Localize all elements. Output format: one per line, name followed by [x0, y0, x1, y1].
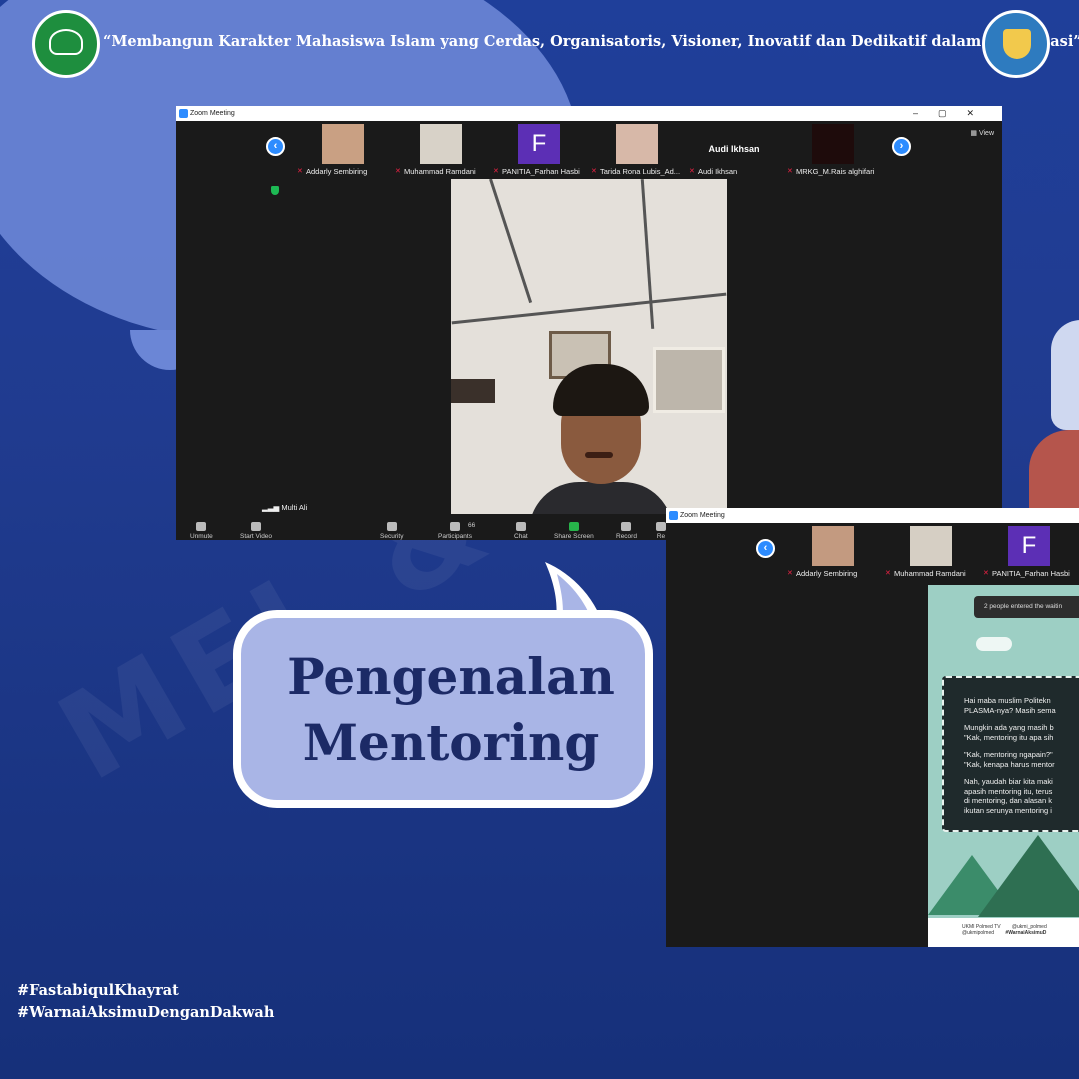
- participant-strip: ‹ ✕ Addarly Sembiring ✕ Muhammad Ramdani…: [666, 523, 1079, 581]
- participants-button[interactable]: Participants: [438, 522, 472, 540]
- hashtag: #WarnaiAksimuDenganDakwah: [17, 1004, 275, 1021]
- slide-text-line: Hai maba muslim Politekn: [964, 696, 1051, 705]
- participant-name: Addarly Sembiring: [306, 167, 368, 176]
- window-title: Zoom Meeting: [680, 512, 725, 519]
- slide-text-line: apasih mentoring itu, terus: [964, 786, 1053, 796]
- participant-display-name: Audi Ikhsan: [708, 144, 760, 154]
- participant-thumbnail: [910, 526, 952, 566]
- slide-text-line: "Kak, mentoring itu apa sih: [964, 732, 1054, 742]
- slide-text-line: PLASMA-nya? Masih sema: [964, 705, 1056, 715]
- slide-text-line: ikutan serunya mentoring i: [964, 805, 1052, 815]
- participant-avatar-initial: F: [1008, 526, 1050, 566]
- organization-logo-right: [982, 10, 1050, 78]
- participant-name: MRKG_M.Rais alghifari: [796, 167, 875, 176]
- active-speaker-video: [451, 179, 727, 515]
- waiting-room-notice[interactable]: 2 people entered the waitin: [974, 596, 1079, 618]
- participant-thumbnail: [420, 124, 462, 164]
- participant-name: Muhammad Ramdani: [894, 569, 966, 578]
- chat-icon: [515, 522, 526, 531]
- bubble-title-line1: Pengenalan: [287, 647, 615, 706]
- speaker-name-label: ▂▃▅ Multi Ali: [262, 503, 308, 512]
- zoom-window-main: Zoom Meeting –▢✕ ‹ ✕ Addarly Sembiring ✕…: [176, 106, 1002, 540]
- slide-footer: UKMI Polmed TV @ukmi_polmed @ukmipolmed …: [928, 918, 1079, 947]
- slide-cloud-decoration: [976, 637, 1012, 651]
- participant-thumbnail: [616, 124, 658, 164]
- security-shield-icon: [386, 522, 397, 531]
- participant-strip: ‹ ✕ Addarly Sembiring ✕ Muhammad Ramdani…: [176, 121, 1002, 179]
- participant-name: Tarida Rona Lubis_Ad...: [600, 167, 681, 176]
- organization-logo-left: [32, 10, 100, 78]
- slide-text-line: "Kak, kenapa harus mentor: [964, 759, 1055, 769]
- slide-text-line: di mentoring, dan alasan k: [964, 796, 1052, 805]
- zoom-app-icon: [179, 109, 188, 118]
- zoom-window-secondary: Zoom Meeting ‹ ✕ Addarly Sembiring ✕ Muh…: [666, 508, 1079, 947]
- participant-name: Audi Ikhsan: [698, 167, 738, 176]
- participant-name: Addarly Sembiring: [796, 569, 858, 578]
- microphone-muted-icon: [196, 522, 207, 531]
- slide-footer-item: #WarnaiAksimuD: [1005, 930, 1047, 936]
- window-titlebar: Zoom Meeting –▢✕: [176, 106, 1002, 121]
- participants-icon: [449, 522, 460, 531]
- view-button[interactable]: ▦ View: [970, 129, 994, 137]
- participant-tile[interactable]: ✕ Muhammad Ramdani: [392, 124, 488, 176]
- camera-off-icon: [251, 522, 262, 531]
- participant-thumbnail: [812, 124, 854, 164]
- unmute-button[interactable]: Unmute: [190, 522, 213, 540]
- participants-count: 66: [468, 522, 476, 529]
- motto-text: “Membangun Karakter Mahasiswa Islam yang…: [103, 33, 1079, 50]
- hashtags: #FastabiqulKhayrat #WarnaiAksimuDenganDa…: [17, 980, 274, 1024]
- speaker-person: [529, 364, 673, 515]
- window-controls[interactable]: –▢✕: [913, 106, 994, 121]
- record-icon: [621, 522, 632, 531]
- bubble-title: Pengenalan Mentoring: [241, 644, 661, 776]
- share-screen-button[interactable]: Share Screen: [554, 522, 594, 540]
- participant-name: PANITIA_Farhan Hasbi: [992, 569, 1070, 578]
- participant-tile[interactable]: ✕ Tarida Rona Lubis_Ad...: [588, 124, 684, 176]
- reactions-button[interactable]: Re: [656, 522, 666, 540]
- window-titlebar: Zoom Meeting: [666, 508, 1079, 523]
- start-video-button[interactable]: Start Video: [240, 522, 272, 540]
- participant-tile[interactable]: F ✕ PANITIA_Farhan Hasbi: [490, 124, 586, 176]
- participant-tile[interactable]: ✕ MRKG_M.Rais alghifari: [784, 124, 880, 176]
- participant-tile[interactable]: F ✕ PANITIA_Farhan Hasbi: [980, 526, 1076, 578]
- shared-screen-slide: Hai maba muslim Politekn PLASMA-nya? Mas…: [928, 585, 1079, 947]
- zoom-app-icon: [669, 511, 678, 520]
- participant-name: PANITIA_Farhan Hasbi: [502, 167, 580, 176]
- participant-tile[interactable]: ✕ Muhammad Ramdani: [882, 526, 978, 578]
- speech-bubble-body: Pengenalan Mentoring: [233, 610, 653, 808]
- prev-page-arrow-icon[interactable]: ‹: [266, 137, 285, 156]
- slide-text-line: "Kak, mentoring ngapain?": [964, 750, 1053, 759]
- slide-textbox: Hai maba muslim Politekn PLASMA-nya? Mas…: [942, 676, 1079, 832]
- bubble-title-line2: Mentoring: [302, 713, 600, 772]
- participant-tile[interactable]: ✕ Addarly Sembiring: [294, 124, 390, 176]
- participant-tile[interactable]: ✕ Addarly Sembiring: [784, 526, 880, 578]
- slide-text-line: Nah, yaudah biar kita maki: [964, 777, 1053, 786]
- security-button[interactable]: Security: [380, 522, 403, 540]
- speech-bubble: Pengenalan Mentoring: [227, 560, 667, 820]
- slide-text-line: Mungkin ada yang masih b: [964, 723, 1054, 732]
- participant-avatar-initial: F: [518, 124, 560, 164]
- slide-mountain-decoration: [978, 835, 1079, 917]
- hashtag: #FastabiqulKhayrat: [17, 982, 179, 999]
- header: “Membangun Karakter Mahasiswa Islam yang…: [0, 0, 1079, 88]
- encryption-shield-icon: [271, 186, 279, 195]
- participant-thumbnail: [322, 124, 364, 164]
- decorative-illustration: [1029, 310, 1079, 520]
- record-button[interactable]: Record: [616, 522, 637, 540]
- share-screen-icon: [568, 522, 579, 531]
- participant-name: Muhammad Ramdani: [404, 167, 476, 176]
- participant-tile[interactable]: Audi Ikhsan ✕ Audi Ikhsan: [686, 124, 782, 176]
- next-page-arrow-icon[interactable]: ›: [892, 137, 911, 156]
- slide-footer-item: @ukmipolmed: [962, 930, 995, 936]
- prev-page-arrow-icon[interactable]: ‹: [756, 539, 775, 558]
- chat-button[interactable]: Chat: [514, 522, 528, 540]
- participant-thumbnail: [812, 526, 854, 566]
- reactions-icon: [656, 522, 666, 531]
- window-title: Zoom Meeting: [190, 110, 235, 117]
